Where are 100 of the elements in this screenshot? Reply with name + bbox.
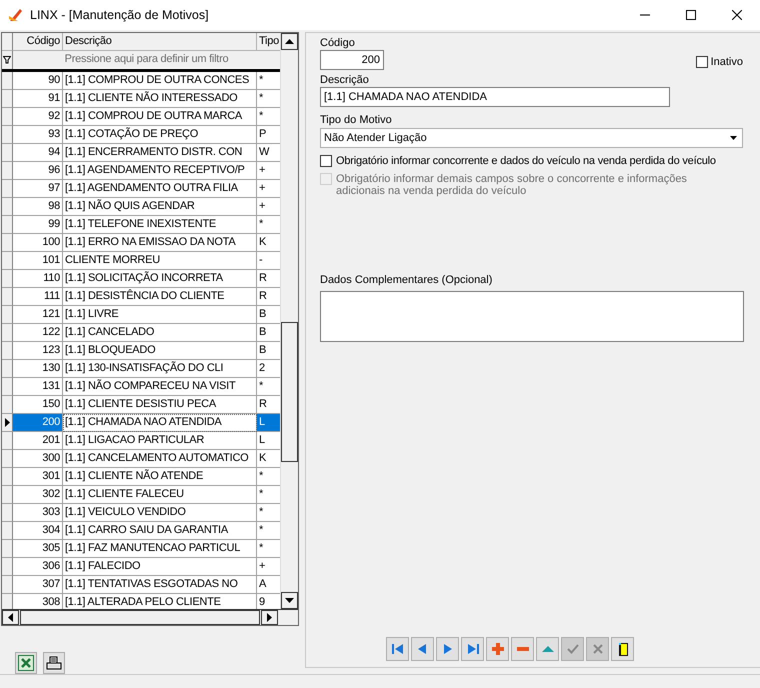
description-cell: [1.1] TELEFONE INEXISTENTE — [63, 216, 257, 234]
field-label: Descrição — [320, 74, 370, 86]
checkbox-label: Obrigatório informar demais campos sobre o concorrente e informações adicionais na venda perdida do veículo — [336, 173, 688, 197]
description-cell: [1.1] CLIENTE DESISTIU PECA — [63, 396, 257, 414]
plus-icon — [490, 642, 504, 656]
description-cell: [1.1] ERRO NA EMISSAO DA NOTA — [63, 234, 257, 252]
description-cell: [1.1] CANCELADO — [63, 324, 257, 342]
checkbox-label: Obrigatório informar concorrente e dados do veículo na venda perdida do veículo — [336, 155, 717, 167]
scroll-up-button[interactable] — [281, 33, 298, 50]
scroll-thumb[interactable] — [20, 610, 260, 625]
filter-icon — [3, 56, 11, 64]
row-pointer-icon — [5, 418, 10, 427]
row-indicator-cell[interactable] — [2, 162, 13, 180]
row-indicator-cell[interactable] — [2, 324, 13, 342]
code-cell: 111 — [13, 288, 63, 306]
description-cell: [1.1] NÃO COMPARECEU NA VISIT — [63, 378, 257, 396]
row-indicator-cell[interactable] — [2, 198, 13, 216]
first-record-icon — [390, 642, 404, 656]
column-header[interactable]: Código — [13, 33, 63, 51]
code-cell: 305 — [13, 540, 63, 558]
description-cell: [1.1] COMPROU DE OUTRA MARCA — [63, 108, 257, 126]
code-cell: 122 — [13, 324, 63, 342]
description-cell: [1.1] FALECIDO — [63, 558, 257, 576]
checkbox[interactable] — [320, 155, 332, 167]
code-cell: 131 — [13, 378, 63, 396]
row-indicator-cell[interactable] — [2, 576, 13, 594]
description-cell: [1.1] FAZ MANUTENCAO PARTICUL — [63, 540, 257, 558]
row-indicator-cell[interactable] — [2, 216, 13, 234]
description-cell: [1.1] COMPROU DE OUTRA CONCES — [63, 72, 257, 90]
description-cell: [1.1] 130-INSATISFAÇÃO DO CLI — [63, 360, 257, 378]
description-cell: [1.1] TENTATIVAS ESGOTADAS NO — [63, 576, 257, 594]
code-cell: 93 — [13, 126, 63, 144]
code-cell: 130 — [13, 360, 63, 378]
description-cell: [1.1] SOLICITAÇÃO INCORRETA — [63, 270, 257, 288]
row-indicator-cell[interactable] — [2, 108, 13, 126]
row-indicator-cell[interactable] — [2, 90, 13, 108]
row-indicator-cell[interactable] — [2, 414, 13, 432]
printer-icon — [46, 656, 62, 670]
description-cell: CLIENTE MORREU — [63, 252, 257, 270]
row-indicator-cell[interactable] — [2, 378, 13, 396]
column-header[interactable]: Tipo — [257, 33, 280, 51]
type-dropdown[interactable]: Não Atender Ligação — [320, 128, 743, 148]
scroll-left-button[interactable] — [2, 610, 19, 625]
code-cell: 304 — [13, 522, 63, 540]
row-indicator-cell[interactable] — [2, 468, 13, 486]
row-indicator-cell[interactable] — [2, 360, 13, 378]
row-indicator-cell[interactable] — [2, 234, 13, 252]
scroll-thumb[interactable] — [281, 322, 298, 462]
code-cell: 307 — [13, 576, 63, 594]
code-cell: 90 — [13, 72, 63, 90]
code-cell: 200 — [13, 414, 63, 432]
notes-field[interactable] — [320, 291, 744, 342]
description-cell: [1.1] ENCERRAMENTO DISTR. CON — [63, 144, 257, 162]
column-header[interactable]: Descrição — [63, 33, 257, 51]
row-indicator-cell[interactable] — [2, 450, 13, 468]
excel-export-button[interactable] — [15, 652, 37, 674]
spreadsheet-icon — [18, 655, 34, 671]
description-field[interactable]: [1.1] CHAMADA NAO ATENDIDA — [320, 87, 670, 107]
field-label: Dados Complementares (Opcional) — [320, 274, 494, 286]
code-cell: 101 — [13, 252, 63, 270]
code-cell: 91 — [13, 90, 63, 108]
row-indicator-cell[interactable] — [2, 72, 13, 90]
description-cell: [1.1] LIVRE — [63, 306, 257, 324]
checkbox[interactable] — [696, 56, 708, 68]
type-cell: L — [257, 414, 280, 432]
right-arrow-icon — [267, 613, 272, 622]
row-indicator-cell[interactable] — [2, 558, 13, 576]
filter-field[interactable]: Pressione aqui para definir um filtro — [13, 51, 280, 69]
row-indicator-cell[interactable] — [2, 306, 13, 324]
code-field[interactable]: 200 — [320, 50, 384, 70]
row-indicator-cell[interactable] — [2, 486, 13, 504]
row-indicator-cell[interactable] — [2, 180, 13, 198]
code-cell: 110 — [13, 270, 63, 288]
code-cell: 121 — [13, 306, 63, 324]
row-indicator-cell[interactable] — [2, 288, 13, 306]
window-title: LINX - [Manutenção de Motivos] — [30, 8, 210, 22]
row-indicator-cell[interactable] — [2, 342, 13, 360]
close-icon — [732, 10, 742, 20]
dropdown-value: Não Atender Ligação — [324, 131, 427, 146]
scroll-right-button[interactable] — [261, 610, 278, 625]
row-indicator-cell[interactable] — [2, 432, 13, 450]
row-indicator-cell[interactable] — [2, 252, 13, 270]
row-indicator-cell[interactable] — [2, 504, 13, 522]
scroll-down-button[interactable] — [281, 592, 298, 609]
row-indicator-cell[interactable] — [2, 396, 13, 414]
checkmark-icon — [566, 642, 580, 656]
description-cell: [1.1] CLIENTE NÃO INTERESSADO — [63, 90, 257, 108]
row-indicator-cell[interactable] — [2, 270, 13, 288]
description-cell: [1.1] LIGACAO PARTICULAR — [63, 432, 257, 450]
print-button[interactable] — [43, 652, 65, 674]
row-indicator-cell[interactable] — [2, 126, 13, 144]
row-indicator-cell[interactable] — [2, 540, 13, 558]
down-arrow-icon — [285, 598, 294, 603]
description-cell: [1.1] CANCELAMENTO AUTOMATICO — [63, 450, 257, 468]
row-indicator-cell[interactable] — [2, 144, 13, 162]
row-indicator-cell[interactable] — [2, 594, 13, 609]
row-indicator-cell[interactable] — [2, 522, 13, 540]
left-arrow-icon — [8, 613, 13, 622]
description-cell: [1.1] DESISTÊNCIA DO CLIENTE — [63, 288, 257, 306]
toolbar-button[interactable] — [611, 637, 634, 661]
